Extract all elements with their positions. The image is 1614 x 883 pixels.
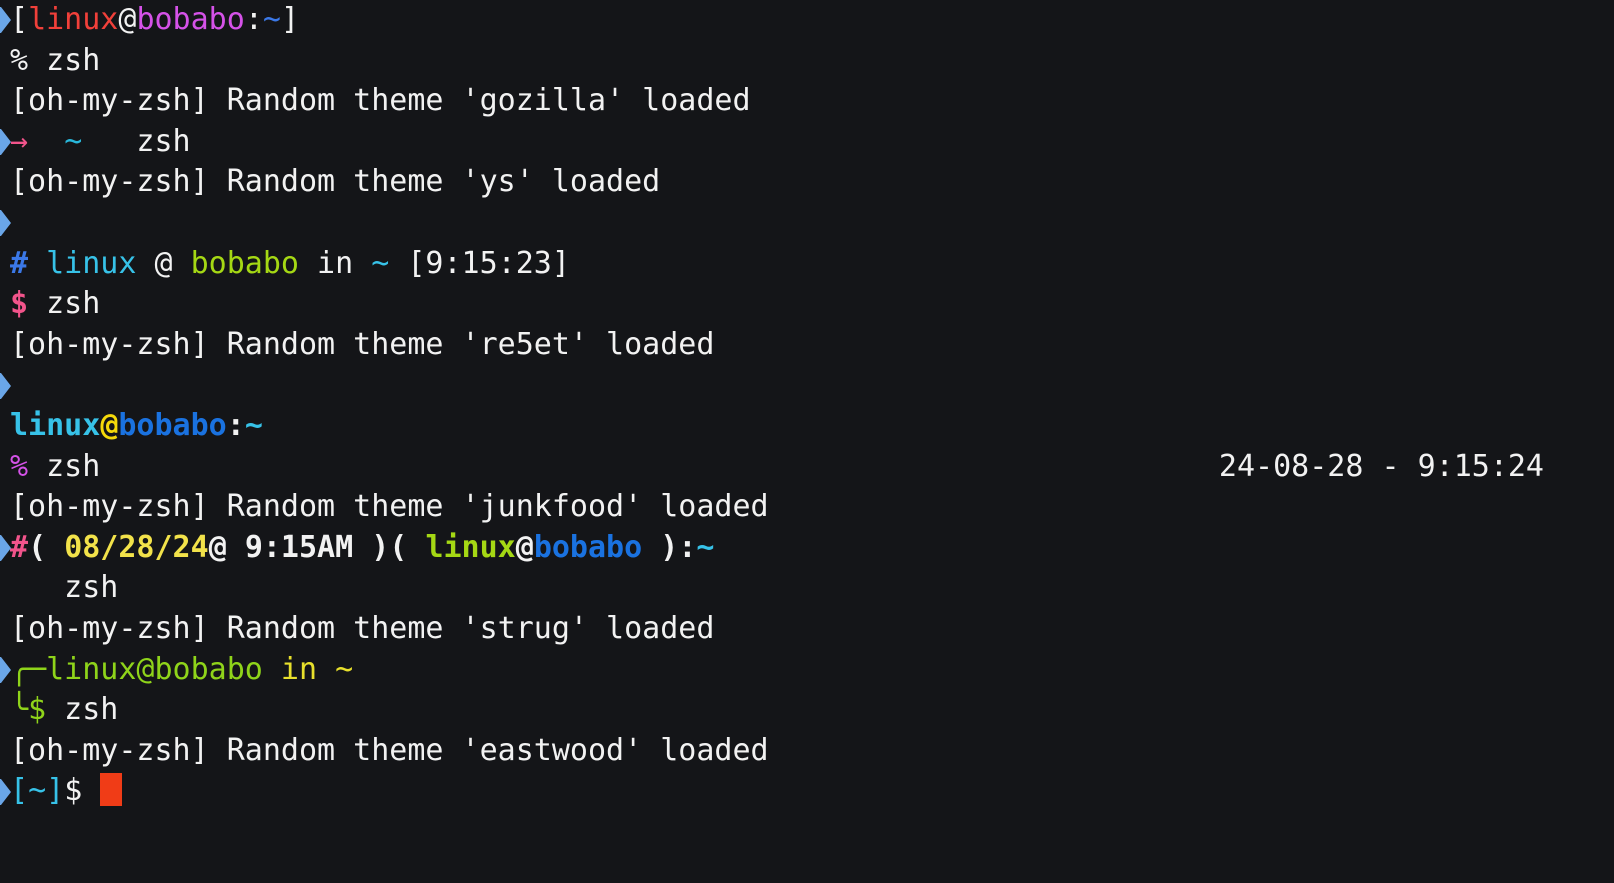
- terminal-line-blank-1: [0, 203, 1614, 244]
- line-segment: zsh: [46, 692, 119, 728]
- terminal-line-out-re5et: [oh-my-zsh] Random theme 're5et' loaded: [0, 325, 1614, 366]
- line-segment: linux: [425, 529, 516, 565]
- terminal-line-blank-2: [0, 365, 1614, 406]
- line-segment: [: [10, 773, 29, 809]
- line-segment: #: [10, 529, 29, 565]
- text-cursor: [100, 773, 123, 807]
- terminal-line-cmd-junkfood[interactable]: zsh: [0, 568, 1614, 609]
- line-segment: zsh: [28, 286, 101, 322]
- line-segment: %: [10, 42, 29, 78]
- line-segment: [oh-my-zsh] Random theme 're5et' loaded: [10, 326, 715, 362]
- line-segment: @: [100, 407, 119, 443]
- line-segment: bobabo: [190, 245, 299, 281]
- prompt-right-timestamp: 24-08-28 - 9:15:24: [1218, 448, 1544, 484]
- line-segment: [oh-my-zsh] Random theme 'gozilla' loade…: [10, 83, 751, 119]
- line-segment: 08/28/24: [64, 529, 209, 565]
- line-segment: #: [10, 245, 29, 281]
- terminal-line-cmd-strug[interactable]: ╰$ zsh: [0, 690, 1614, 731]
- line-segment: [82, 773, 100, 808]
- line-segment: linux: [28, 2, 119, 37]
- terminal-line-out-eastwood: [oh-my-zsh] Random theme 'eastwood' load…: [0, 731, 1614, 772]
- line-segment: ~: [64, 123, 83, 159]
- line-segment: ╭─: [10, 651, 47, 687]
- terminal-line-out-strug: [oh-my-zsh] Random theme 'strug' loaded: [0, 609, 1614, 650]
- terminal-buffer: [linux@bobabo:~]% zsh [oh-my-zsh] Random …: [0, 0, 1614, 812]
- line-segment: linux@bobabo: [46, 651, 263, 687]
- line-segment: [28, 246, 46, 281]
- line-segment: @: [118, 2, 137, 37]
- line-segment: ╰$: [10, 692, 47, 728]
- line-segment: $: [10, 286, 29, 322]
- line-segment: 9:15AM: [244, 529, 354, 565]
- terminal-line-prompt-gozilla[interactable]: [linux@bobabo:~]: [0, 0, 1614, 41]
- line-segment: bobabo: [533, 529, 643, 565]
- line-segment: in: [262, 651, 336, 687]
- line-segment: @: [515, 529, 534, 565]
- terminal-screen[interactable]: [linux@bobabo:~]% zsh [oh-my-zsh] Random …: [0, 0, 1614, 883]
- terminal-line-prompt-strug-top[interactable]: ╭─linux@bobabo in ~: [0, 650, 1614, 691]
- prompt-mark-chevron-icon: [0, 208, 12, 238]
- line-segment: %: [10, 448, 29, 484]
- terminal-line-cmd-ys[interactable]: $ zsh: [0, 284, 1614, 325]
- line-segment: →: [10, 123, 29, 159]
- terminal-line-cmd-gozilla[interactable]: % zsh: [0, 41, 1614, 82]
- line-segment: :: [244, 2, 263, 37]
- line-segment: ~: [262, 2, 281, 37]
- terminal-line-prompt-ys-arrow[interactable]: → ~ zsh: [0, 122, 1614, 163]
- line-segment: @: [136, 245, 191, 281]
- line-segment: zsh: [82, 123, 191, 159]
- line-segment: in: [299, 245, 372, 281]
- line-segment: [oh-my-zsh] Random theme 'junkfood' load…: [10, 489, 769, 525]
- terminal-line-out-gozilla: [oh-my-zsh] Random theme 'gozilla' loade…: [0, 81, 1614, 122]
- terminal-line-out-junkfood: [oh-my-zsh] Random theme 'junkfood' load…: [0, 487, 1614, 528]
- line-segment: [oh-my-zsh] Random theme 'eastwood' load…: [10, 732, 769, 768]
- line-segment: @: [208, 529, 245, 565]
- terminal-line-prompt-junkfood[interactable]: #( 08/28/24@ 9:15AM )( linux@bobabo ):~: [0, 528, 1614, 569]
- line-segment: ~: [244, 407, 263, 443]
- line-segment: zsh: [28, 448, 101, 484]
- line-segment: [9:15:23]: [389, 245, 570, 281]
- line-segment: zsh: [28, 42, 101, 78]
- line-segment: [: [10, 2, 29, 37]
- line-segment: linux: [46, 245, 137, 281]
- terminal-line-prompt-ys[interactable]: # linux @ bobabo in ~ [9:15:23]: [0, 244, 1614, 285]
- line-segment: ~: [28, 773, 47, 809]
- line-segment: [28, 124, 64, 159]
- line-segment: linux: [10, 407, 101, 443]
- line-segment: :: [678, 529, 697, 565]
- line-segment: bobabo: [136, 2, 245, 37]
- prompt-mark-chevron-icon: [0, 371, 12, 401]
- line-segment: :: [226, 407, 245, 443]
- line-segment: $: [64, 773, 83, 809]
- line-segment: bobabo: [118, 407, 227, 443]
- line-segment: zsh: [10, 570, 119, 606]
- line-segment: ~: [335, 651, 354, 687]
- line-segment: ~: [371, 245, 390, 281]
- terminal-line-prompt-re5et[interactable]: linux@bobabo:~: [0, 406, 1614, 447]
- line-segment: )(: [353, 529, 426, 565]
- line-segment: ]: [46, 773, 65, 809]
- line-segment: [oh-my-zsh] Random theme 'strug' loaded: [10, 610, 715, 646]
- terminal-line-cmd-re5et[interactable]: % zsh 24-08-28 - 9:15:24: [0, 447, 1614, 488]
- line-segment: ~: [696, 529, 715, 565]
- line-segment: (: [28, 529, 65, 565]
- line-segment: ): [642, 529, 679, 565]
- terminal-line-out-ys: [oh-my-zsh] Random theme 'ys' loaded: [0, 162, 1614, 203]
- terminal-line-prompt-eastwood[interactable]: [~]$: [0, 771, 1614, 812]
- line-segment: ]: [280, 2, 299, 37]
- line-segment: [oh-my-zsh] Random theme 'ys' loaded: [10, 164, 661, 200]
